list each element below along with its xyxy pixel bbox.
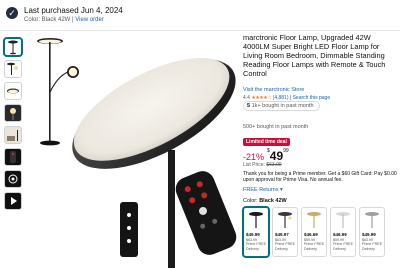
play-icon <box>11 197 17 205</box>
thumbnail-lamp-room[interactable] <box>4 126 22 144</box>
bought-count: 500+ bought in past month <box>243 124 309 130</box>
swatch-option[interactable]: $49.99 $63.99 Prime FREE Delivery <box>359 207 385 257</box>
color-label: Color: <box>243 198 260 204</box>
remote-image <box>175 171 237 255</box>
swatch-price: $49.99 <box>246 232 260 237</box>
touch-panel-image <box>120 202 138 257</box>
color-value: Black 42W <box>259 198 287 204</box>
lamp-pole-image <box>168 150 175 268</box>
badge-number: 5 <box>247 103 251 109</box>
floor-lamp-icon <box>8 40 18 55</box>
swatch-option[interactable]: $49.99 $63.99 Prime FREE Delivery <box>243 207 269 257</box>
lamp-swatch-icon <box>307 212 321 228</box>
thumbnail-floor-lamp-main[interactable] <box>4 38 22 56</box>
price-whole: 49 <box>269 149 284 163</box>
lamp-swatch-icon <box>249 212 263 228</box>
purchase-banner: ✓ Last purchased Jun 4, 2024 Color: Blac… <box>0 0 400 31</box>
swatch-option[interactable]: $46.99 $59.99 Prime FREE Delivery <box>330 207 356 257</box>
floor-lamp-icon <box>7 62 18 75</box>
lamp-swatch-icon <box>278 212 292 228</box>
thumbnail-touch-control[interactable] <box>4 170 22 188</box>
lamp-swatch-icon <box>365 212 379 228</box>
price-fraction: 99 <box>283 148 289 154</box>
color-swatch-list: $49.99 $63.99 Prime FREE Delivery $49.97… <box>243 207 400 268</box>
thumbnail-strip <box>4 38 22 214</box>
swatch-price: $49.99 <box>362 232 376 237</box>
thumbnail-lamp-night[interactable] <box>4 104 22 122</box>
swatch-subtext: $63.99 Prime FREE Delivery <box>362 238 382 251</box>
remote-icon <box>10 151 16 163</box>
list-price-label: List Price: <box>243 162 267 168</box>
purchase-details: Color: Black 42W | View order <box>24 17 104 23</box>
swatch-subtext: $63.99 Prime FREE Delivery <box>275 238 295 251</box>
lamp-swatch-icon <box>336 212 350 228</box>
swatch-price: $49.97 <box>275 232 289 237</box>
discount-percent: -21% <box>243 152 265 162</box>
thumbnail-lamp-detail[interactable] <box>4 82 22 100</box>
color-selection: Color: Black 42W <box>243 198 287 204</box>
lamp-night-icon <box>10 108 16 120</box>
swatch-subtext: $59.99 Prime FREE Delivery <box>304 238 324 251</box>
lamp-head-icon <box>7 88 19 94</box>
small-lamp-image <box>37 38 79 146</box>
thumbnail-floor-lamp-side[interactable] <box>4 60 22 78</box>
room-icon <box>7 130 18 141</box>
thumbnail-video[interactable] <box>4 192 22 210</box>
last-purchased-text: Last purchased Jun 4, 2024 <box>24 6 123 15</box>
touch-icon <box>8 174 18 184</box>
list-price: List Price: $63.99 <box>243 162 282 168</box>
main-product-image[interactable] <box>28 32 238 268</box>
swatch-subtext: $59.99 Prime FREE Delivery <box>333 238 353 251</box>
swatch-option[interactable]: $49.97 $63.99 Prime FREE Delivery <box>272 207 298 257</box>
view-order-link[interactable]: View order <box>75 17 104 23</box>
list-price-value: $63.99 <box>266 162 282 168</box>
badge-text: 1k+ bought in past month <box>251 103 314 109</box>
store-link[interactable]: Visit the marctronic Store <box>243 87 304 93</box>
free-returns-link[interactable]: FREE Returns ▾ <box>243 187 283 193</box>
swatch-price: $46.99 <box>333 232 347 237</box>
product-title: marctronic Floor Lamp, Upgraded 42W 4000… <box>243 33 386 79</box>
swatch-option[interactable]: $46.69 $59.99 Prime FREE Delivery <box>301 207 327 257</box>
lamp-disc-image <box>72 57 236 169</box>
prime-offer-text: Thank you for being a Prime member. Get … <box>243 171 397 184</box>
swatch-subtext: $63.99 Prime FREE Delivery <box>246 238 266 251</box>
price-currency: $ <box>267 148 270 154</box>
deal-badge: Limited time deal <box>243 138 290 146</box>
purchased-color-text: Color: Black 42W | <box>24 17 76 23</box>
popularity-badge: 5 1k+ bought in past month <box>243 101 320 111</box>
swatch-price: $46.69 <box>304 232 318 237</box>
checkmark-icon: ✓ <box>6 7 18 19</box>
thumbnail-remote[interactable] <box>4 148 22 166</box>
